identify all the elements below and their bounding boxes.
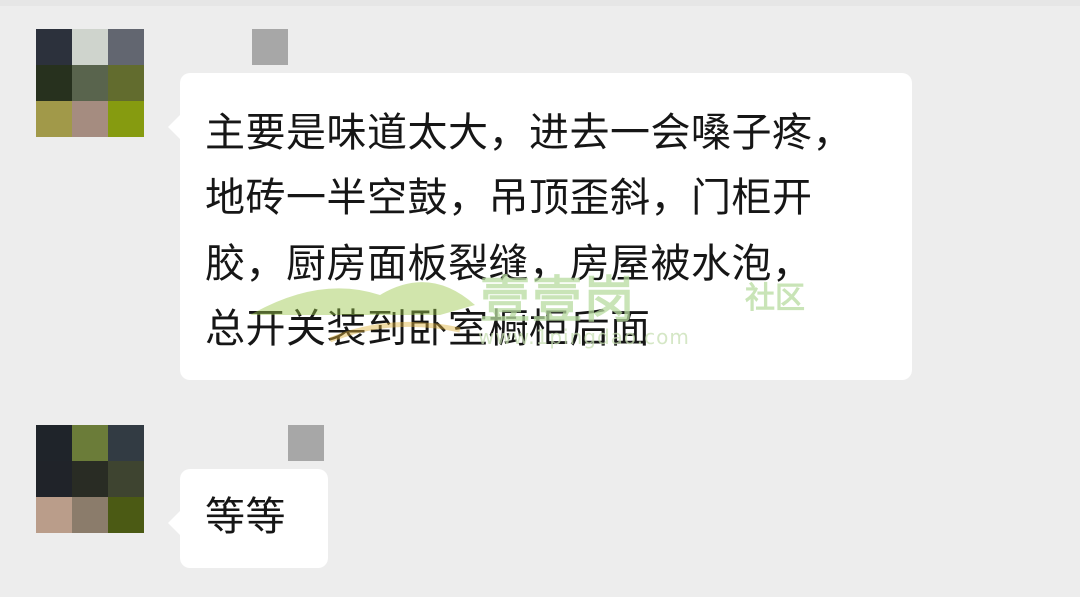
avatar-mosaic-cell	[72, 461, 108, 497]
avatar-mosaic-cell	[36, 497, 72, 533]
avatar-mosaic-cell	[72, 65, 108, 101]
avatar-mosaic-cell	[108, 101, 144, 137]
avatar-mosaic-cell	[36, 29, 72, 65]
avatar-mosaic-cell	[108, 497, 144, 533]
message-text-line: 等等	[205, 494, 286, 540]
avatar-mosaic-cell	[108, 65, 144, 101]
avatar-mosaic-cell	[36, 101, 72, 137]
sender-avatar[interactable]	[36, 29, 144, 137]
avatar-mosaic-cell	[36, 65, 72, 101]
avatar-mosaic-cell	[36, 425, 72, 461]
message-text-line: 总开关装到卧室橱柜后面	[205, 306, 651, 352]
avatar-mosaic-cell	[72, 425, 108, 461]
message-text-line: 地砖一半空鼓，吊顶歪斜，门柜开	[205, 175, 813, 221]
avatar-mosaic-cell	[108, 425, 144, 461]
top-divider	[0, 0, 1080, 6]
message-bubble[interactable]: 等等	[168, 469, 328, 568]
message-text-line: 胶，厨房面板裂缝，房屋被水泡，	[205, 241, 813, 287]
avatar-mosaic-cell	[108, 29, 144, 65]
sender-avatar[interactable]	[36, 425, 144, 533]
avatar-mosaic-cell	[72, 29, 108, 65]
sender-name-redacted	[252, 29, 288, 65]
avatar-mosaic-cell	[72, 101, 108, 137]
avatar-mosaic-cell	[36, 461, 72, 497]
message-text-line: 主要是味道太大，进去一会嗓子疼，	[205, 110, 853, 156]
avatar-mosaic-cell	[72, 497, 108, 533]
message-bubble[interactable]: 主要是味道太大，进去一会嗓子疼， 地砖一半空鼓，吊顶歪斜，门柜开 胶，厨房面板裂…	[168, 73, 912, 380]
sender-name-redacted	[288, 425, 324, 461]
avatar-mosaic-cell	[108, 461, 144, 497]
